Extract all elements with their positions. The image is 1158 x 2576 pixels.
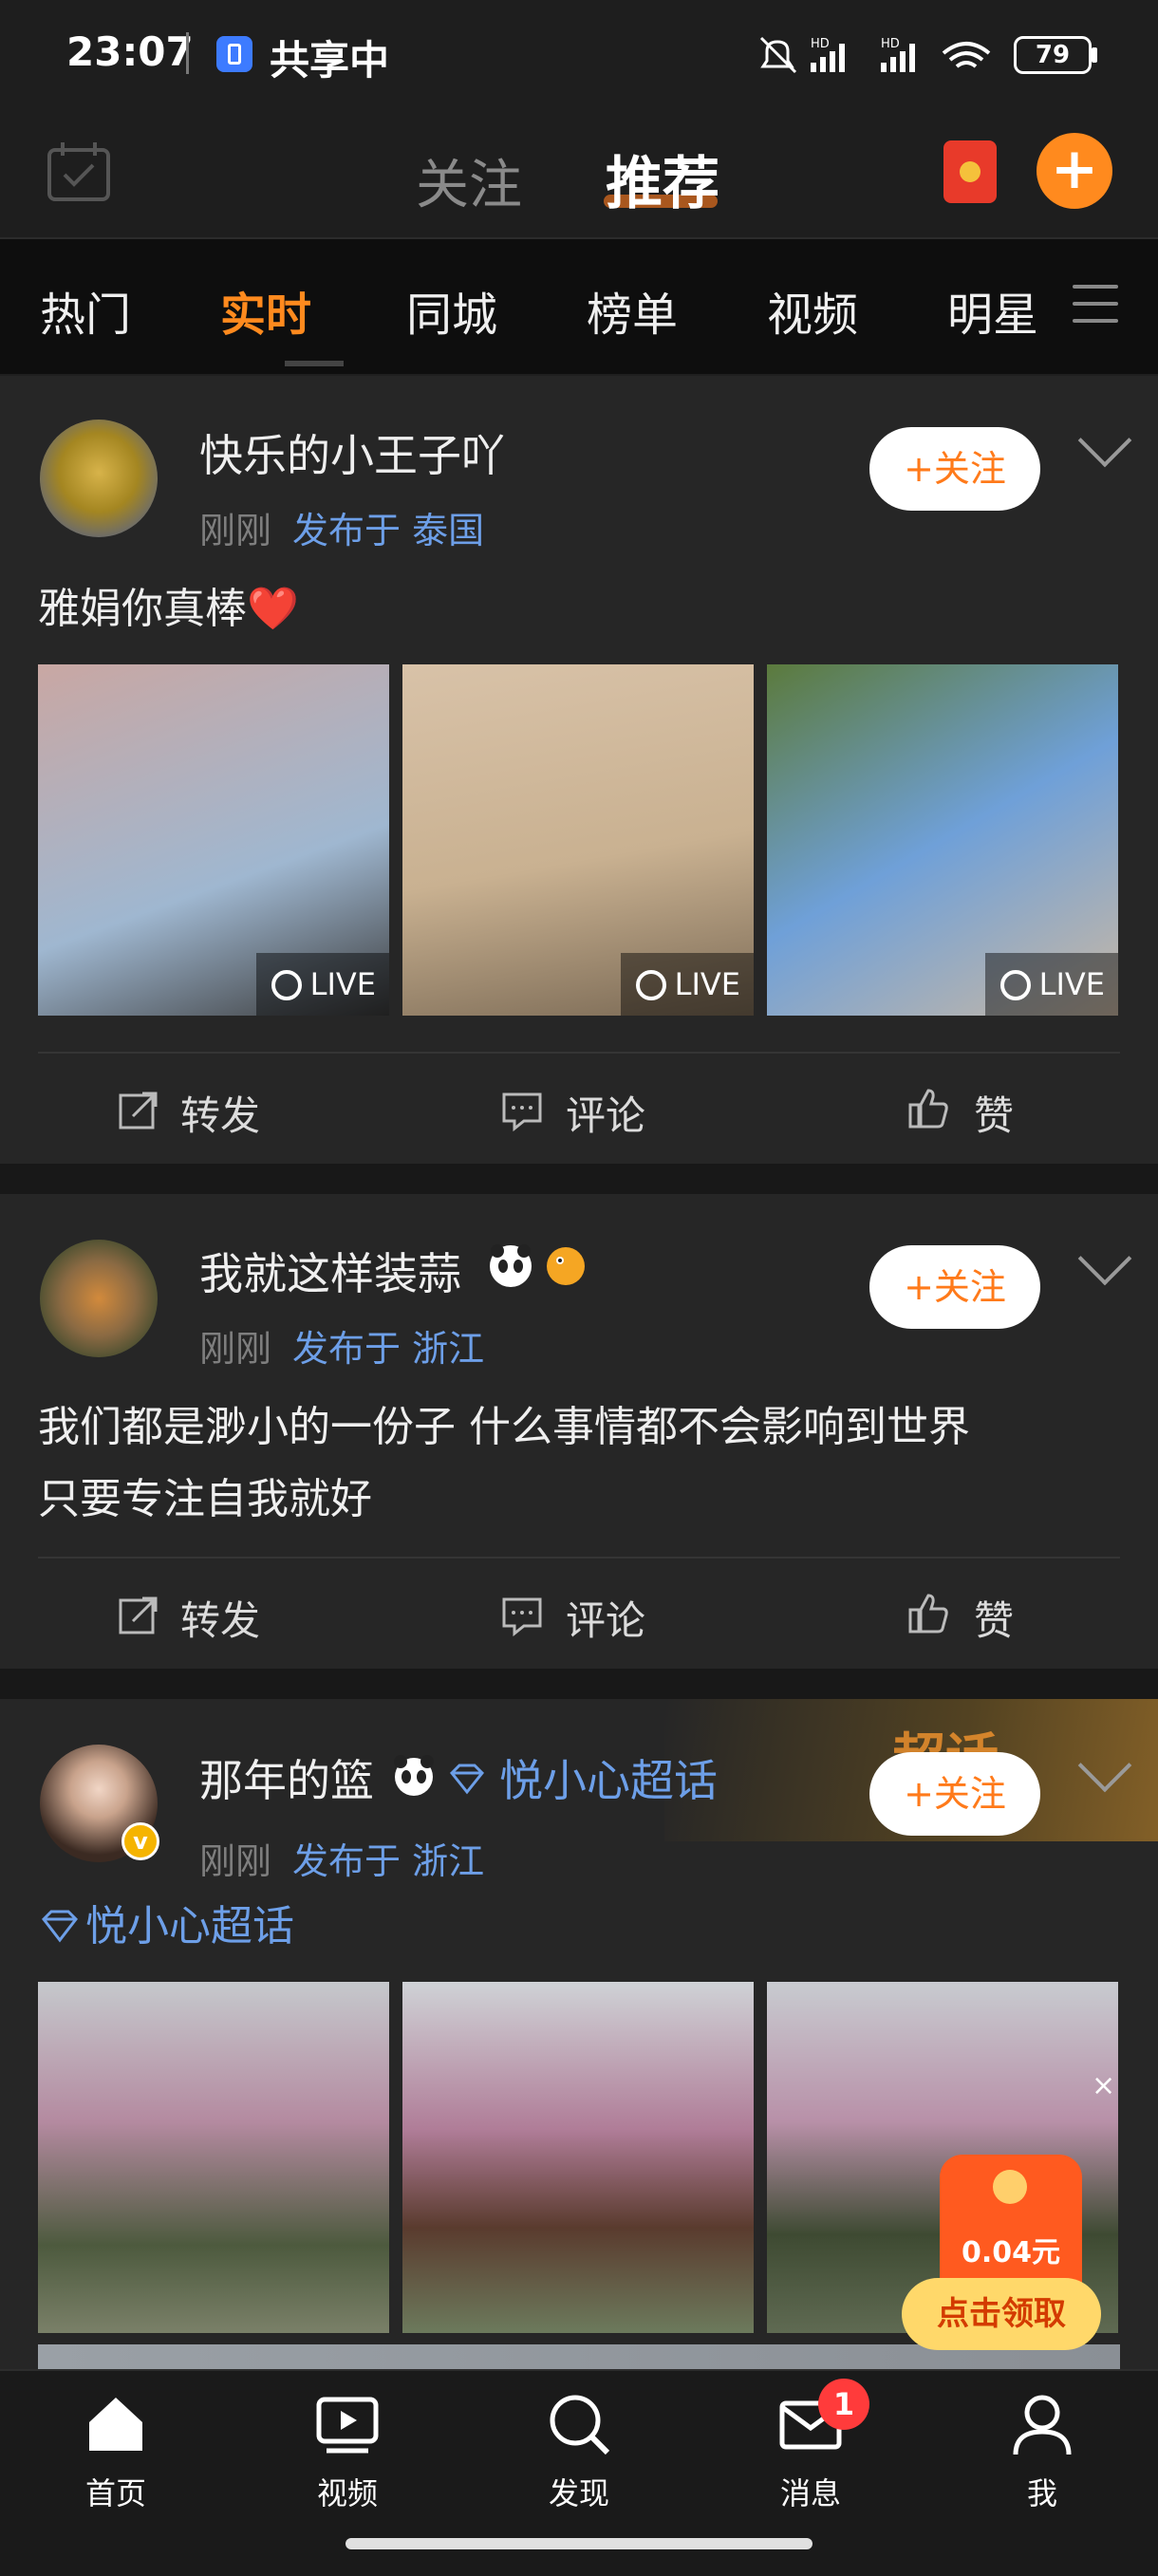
- post-text: 雅娟你真棒❤️: [38, 585, 299, 633]
- comment-icon: [502, 1092, 542, 1131]
- channel-menu-icon[interactable]: [1073, 285, 1118, 327]
- divider: [38, 1557, 1120, 1559]
- coupon-amount: 0.04元: [961, 2236, 1061, 2269]
- post-location: 发布于 泰国: [292, 510, 485, 551]
- post-image[interactable]: [402, 1982, 754, 2333]
- home-indicator[interactable]: [346, 2538, 812, 2549]
- channel-realtime[interactable]: 实时: [220, 277, 311, 344]
- calendar-check-icon[interactable]: [46, 140, 112, 203]
- post-time: 刚刚: [199, 1840, 272, 1882]
- status-icons: HD HD: [759, 36, 991, 74]
- post-location: 发布于 浙江: [292, 1840, 485, 1882]
- pufferfish-icon: [547, 1247, 585, 1285]
- follow-button[interactable]: +关注: [869, 427, 1040, 511]
- like-icon: [908, 1089, 948, 1129]
- verified-badge-icon: v: [121, 1822, 159, 1860]
- nav-me[interactable]: 我: [966, 2390, 1118, 2513]
- nav-home[interactable]: 首页: [40, 2390, 192, 2513]
- channel-star[interactable]: 明星: [947, 277, 1038, 344]
- screen-share-icon: [216, 36, 252, 72]
- nav-video-label: 视频: [316, 2475, 378, 2511]
- post-meta: 刚刚 发布于 浙江: [199, 1832, 484, 1884]
- post-time: 刚刚: [199, 510, 272, 551]
- red-packet-icon[interactable]: [943, 140, 997, 203]
- feed-gap: [0, 1669, 1158, 1699]
- repost-button[interactable]: 转发: [180, 1589, 260, 1647]
- like-button[interactable]: 赞: [974, 1084, 1014, 1142]
- claim-button[interactable]: 点击领取: [902, 2278, 1101, 2350]
- post-username[interactable]: 那年的篮: [199, 1746, 374, 1809]
- nav-discover-label: 发现: [548, 2475, 609, 2511]
- repost-button[interactable]: 转发: [180, 1084, 260, 1142]
- live-badge: LIVE: [985, 953, 1118, 1016]
- post-image[interactable]: [38, 1982, 389, 2333]
- battery-indicator: 79: [1014, 36, 1092, 74]
- post-image[interactable]: LIVE: [767, 664, 1118, 1016]
- nav-video[interactable]: 视频: [271, 2390, 423, 2513]
- supertopic-tag[interactable]: 悦小心超话: [85, 1891, 294, 1963]
- like-button[interactable]: 赞: [974, 1589, 1014, 1647]
- post-image[interactable]: LIVE: [38, 664, 389, 1016]
- post-image[interactable]: LIVE: [402, 664, 754, 1016]
- message-badge: 1: [818, 2379, 869, 2430]
- tab-follow[interactable]: 关注: [416, 142, 522, 219]
- battery-tip: [1092, 47, 1097, 63]
- post-time: 刚刚: [199, 1328, 272, 1370]
- post-username[interactable]: 快乐的小王子吖: [199, 421, 505, 484]
- live-badge: LIVE: [256, 953, 389, 1016]
- channel-local[interactable]: 同城: [406, 277, 497, 344]
- profile-icon: [1013, 2395, 1072, 2455]
- repost-icon: [119, 1596, 158, 1634]
- like-icon: [908, 1594, 948, 1633]
- channel-video[interactable]: 视频: [767, 277, 858, 344]
- coupon-coin-icon: [993, 2170, 1027, 2204]
- compose-plus-button[interactable]: +: [1037, 133, 1112, 209]
- wifi-icon: [942, 42, 991, 68]
- supertopic-link[interactable]: 悦小心超话: [499, 1746, 718, 1809]
- supertopic-diamond-icon: [42, 1910, 78, 1943]
- channel-indicator: [285, 361, 344, 366]
- divider: [38, 1052, 1120, 1054]
- channel-hot[interactable]: 热门: [40, 277, 131, 344]
- post-meta: 刚刚 发布于 浙江: [199, 1319, 484, 1372]
- nav-home-label: 首页: [84, 2475, 146, 2511]
- follow-button[interactable]: +关注: [869, 1752, 1040, 1836]
- post-username[interactable]: 我就这样装蒜: [199, 1240, 461, 1302]
- sharing-status: 共享中: [270, 37, 390, 84]
- search-icon: [550, 2395, 610, 2455]
- avatar[interactable]: [40, 1240, 158, 1357]
- comment-icon: [502, 1597, 542, 1636]
- panda-icon: [490, 1244, 532, 1287]
- video-icon: [316, 2397, 379, 2454]
- user-badges: [490, 1244, 585, 1287]
- channel-ranking[interactable]: 榜单: [587, 277, 678, 344]
- nav-me-label: 我: [1026, 2475, 1057, 2511]
- nav-discover[interactable]: 发现: [503, 2390, 655, 2513]
- mute-bell-icon: [759, 36, 797, 74]
- follow-button[interactable]: +关注: [869, 1245, 1040, 1329]
- status-time: 23:07: [66, 28, 194, 75]
- home-icon: [89, 2398, 142, 2451]
- supertopic-diamond-icon: [449, 1764, 485, 1795]
- post-meta: 刚刚 发布于 泰国: [199, 501, 484, 553]
- hd-label-1: HD: [811, 37, 830, 51]
- hd-label-2: HD: [881, 37, 900, 51]
- status-separator: [186, 32, 189, 74]
- comment-button[interactable]: 评论: [566, 1589, 645, 1647]
- post-text-line-2: 只要专注自我就好: [38, 1475, 372, 1523]
- feed-gap: [0, 1164, 1158, 1194]
- tab-recommend[interactable]: 推荐: [606, 138, 719, 220]
- comment-button[interactable]: 评论: [566, 1084, 645, 1142]
- live-badge: LIVE: [621, 953, 754, 1016]
- post-location: 发布于 浙江: [292, 1328, 485, 1370]
- close-coupon-icon[interactable]: ×: [1092, 2069, 1115, 2102]
- post-text-line-1: 我们都是渺小的一份子 什么事情都不会影响到世界: [38, 1403, 970, 1451]
- repost-icon: [119, 1092, 158, 1129]
- panda-icon: [394, 1755, 434, 1796]
- nav-messages-label: 消息: [779, 2475, 841, 2511]
- avatar[interactable]: [40, 420, 158, 537]
